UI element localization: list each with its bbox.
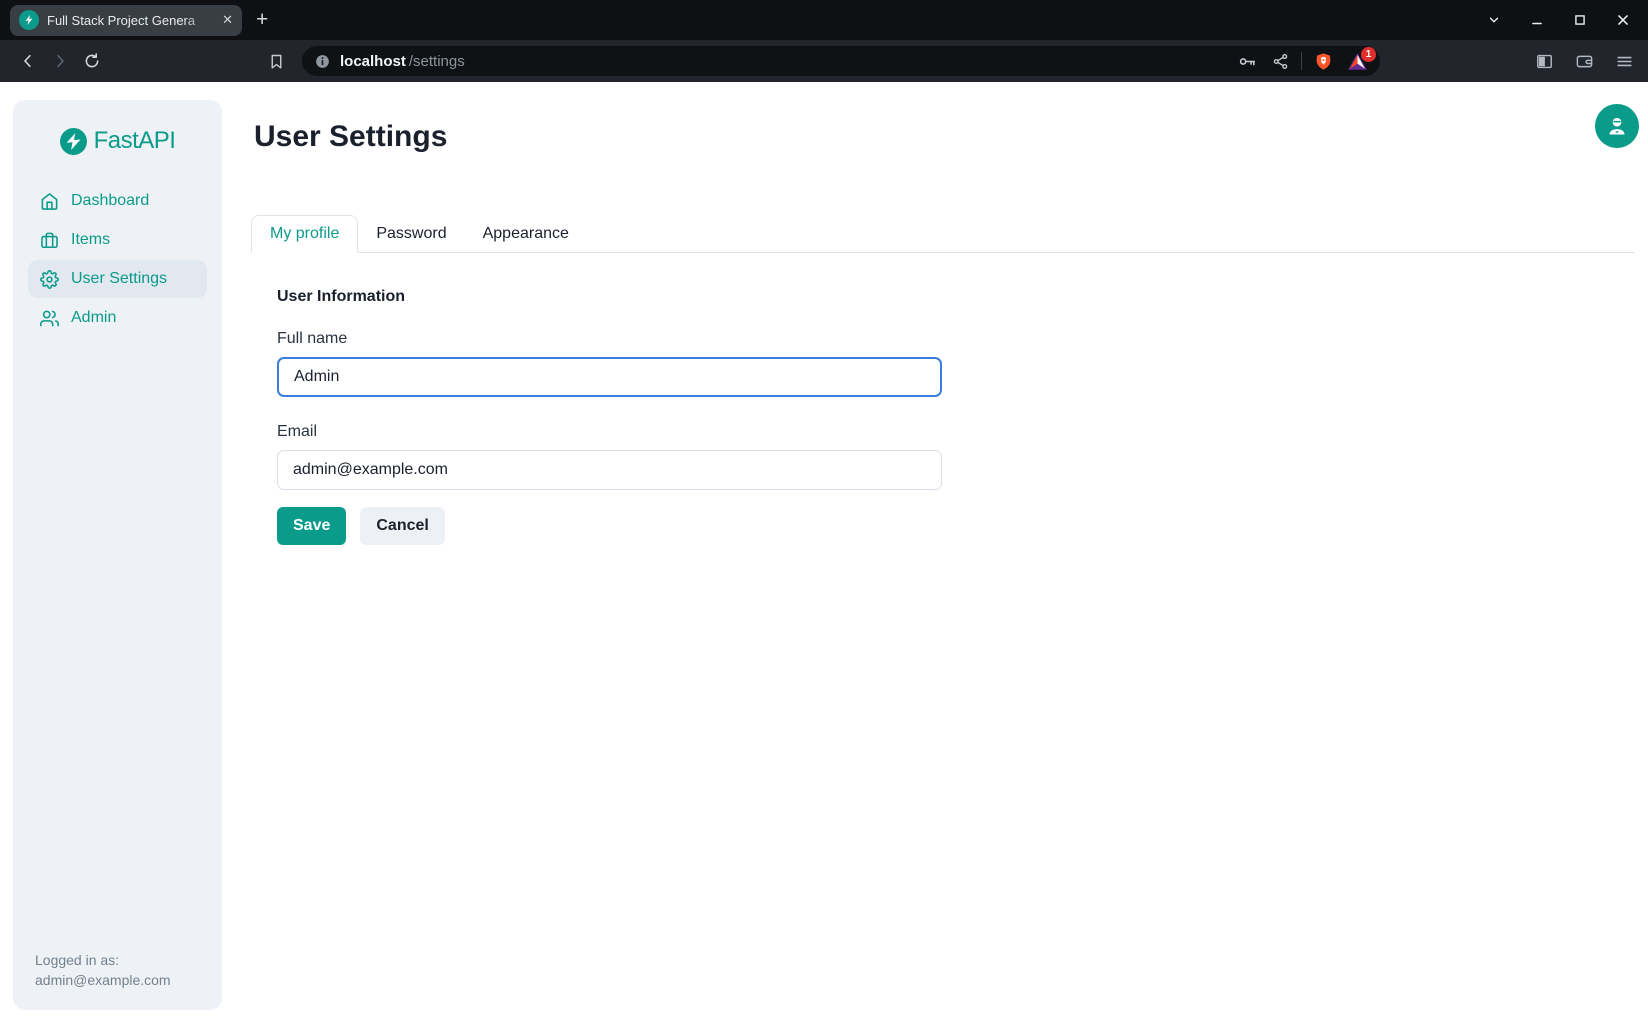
- sidebar-item-user-settings[interactable]: User Settings: [28, 260, 207, 298]
- window-chevron-icon[interactable]: [1487, 13, 1501, 27]
- back-icon[interactable]: [12, 45, 44, 77]
- cancel-button[interactable]: Cancel: [360, 507, 444, 545]
- rewards-triangle-icon[interactable]: 1: [1347, 52, 1368, 71]
- reload-icon[interactable]: [76, 45, 108, 77]
- full-name-input[interactable]: [277, 357, 942, 397]
- tab-close-icon[interactable]: ✕: [222, 12, 233, 28]
- rewards-badge: 1: [1361, 47, 1376, 62]
- page-title: User Settings: [254, 120, 447, 154]
- tab-password[interactable]: Password: [358, 215, 464, 252]
- tab-title: Full Stack Project Genera: [47, 13, 214, 28]
- email-input[interactable]: [277, 450, 942, 490]
- logged-in-label: Logged in as:: [35, 950, 212, 970]
- site-info-icon[interactable]: [314, 53, 331, 70]
- forward-icon[interactable]: [44, 45, 76, 77]
- url-host: localhost: [340, 53, 406, 70]
- key-icon[interactable]: [1238, 52, 1257, 71]
- logged-in-email: admin@example.com: [35, 970, 212, 990]
- browser-titlebar: Full Stack Project Genera ✕ +: [0, 0, 1648, 40]
- app-page: FastAPI Dashboard Items User Settings: [0, 82, 1648, 1025]
- user-icon: [1605, 114, 1629, 138]
- user-avatar-button[interactable]: [1595, 104, 1639, 148]
- new-tab-button[interactable]: +: [256, 8, 268, 32]
- menu-icon[interactable]: [1615, 52, 1634, 71]
- navbar-right-icons: [1535, 52, 1648, 71]
- wallet-icon[interactable]: [1575, 52, 1594, 71]
- home-icon: [40, 192, 59, 211]
- sidebar-item-admin[interactable]: Admin: [28, 299, 207, 337]
- sidebar-footer: Logged in as: admin@example.com: [13, 950, 222, 1010]
- browser-navbar: localhost /settings 1: [0, 40, 1648, 82]
- settings-tabbar: My profile Password Appearance: [251, 215, 1635, 253]
- tab-my-profile[interactable]: My profile: [251, 215, 358, 253]
- section-title: User Information: [277, 288, 942, 306]
- gear-icon: [40, 270, 59, 289]
- sidebar-item-label: Admin: [71, 309, 116, 327]
- sidebar-panel-icon[interactable]: [1535, 52, 1554, 71]
- url-divider: [1301, 52, 1302, 70]
- full-name-label: Full name: [277, 330, 942, 348]
- url-bar[interactable]: localhost /settings 1: [302, 46, 1380, 76]
- window-controls: [1487, 13, 1630, 27]
- form-buttons: Save Cancel: [277, 507, 942, 545]
- maximize-icon[interactable]: [1573, 13, 1587, 27]
- tab-favicon-lightning-icon: [19, 10, 39, 30]
- email-label: Email: [277, 423, 942, 441]
- logo-text: FastAPI: [94, 127, 176, 155]
- fastapi-logo: FastAPI: [60, 127, 176, 155]
- sidebar: FastAPI Dashboard Items User Settings: [13, 100, 222, 1010]
- minimize-icon[interactable]: [1530, 13, 1544, 27]
- fastapi-lightning-icon: [60, 128, 87, 155]
- sidebar-item-label: User Settings: [71, 270, 167, 288]
- share-icon[interactable]: [1272, 53, 1289, 70]
- browser-tab[interactable]: Full Stack Project Genera ✕: [10, 5, 242, 36]
- url-path: /settings: [409, 53, 465, 70]
- profile-form: User Information Full name Email Save Ca…: [277, 288, 942, 545]
- shield-icon[interactable]: [1314, 52, 1333, 71]
- save-button[interactable]: Save: [277, 507, 346, 545]
- close-icon[interactable]: [1616, 13, 1630, 27]
- sidebar-item-items[interactable]: Items: [28, 221, 207, 259]
- tab-appearance[interactable]: Appearance: [465, 215, 587, 252]
- briefcase-icon: [40, 231, 59, 250]
- sidebar-item-dashboard[interactable]: Dashboard: [28, 182, 207, 220]
- sidebar-item-label: Dashboard: [71, 192, 149, 210]
- bookmark-icon[interactable]: [260, 45, 292, 77]
- sidebar-nav: Dashboard Items User Settings Admin: [13, 182, 222, 337]
- sidebar-item-label: Items: [71, 231, 110, 249]
- users-icon: [40, 309, 59, 328]
